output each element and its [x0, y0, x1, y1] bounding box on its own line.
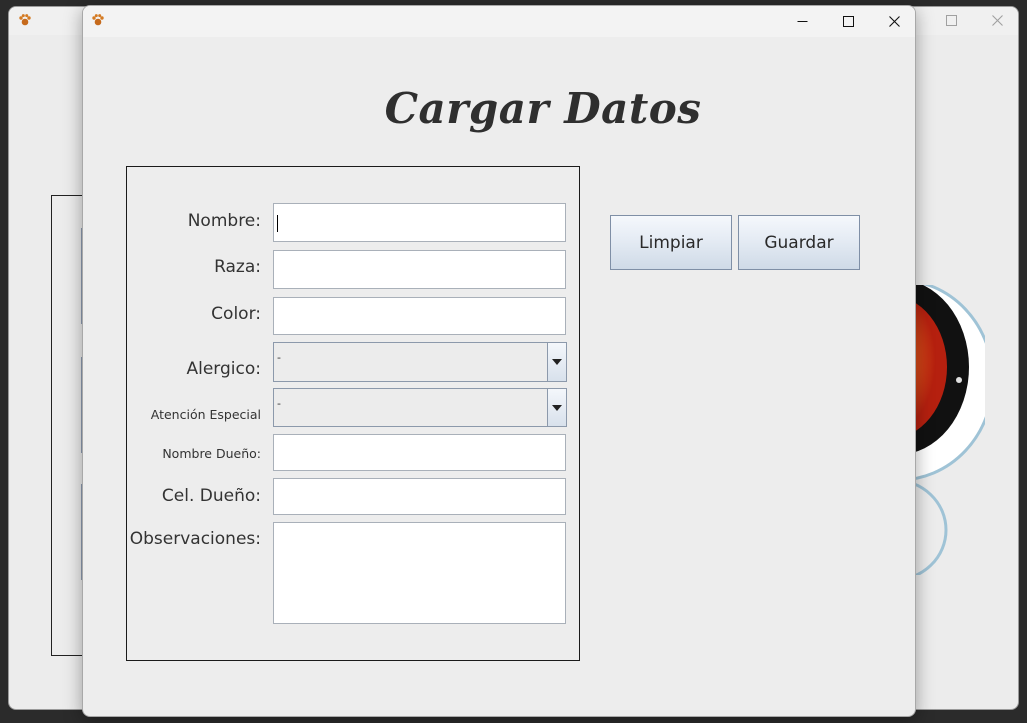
guardar-button[interactable]: Guardar [738, 215, 860, 270]
chevron-down-icon [552, 404, 562, 411]
alergico-dropdown-button[interactable] [547, 343, 566, 381]
color-input[interactable] [273, 297, 566, 335]
nombre-dueno-label: Nombre Dueño: [162, 446, 261, 461]
close-button[interactable] [871, 6, 915, 37]
maximize-button[interactable] [825, 6, 871, 37]
atencion-especial-label: Atención Especial [150, 407, 261, 422]
atencion-especial-dropdown-button[interactable] [547, 389, 566, 426]
minimize-icon [797, 21, 807, 22]
observaciones-label: Observaciones: [129, 529, 261, 549]
chevron-down-icon [552, 359, 562, 365]
nombre-dueno-input[interactable] [273, 434, 566, 471]
cel-dueno-label: Cel. Dueño: [161, 486, 261, 506]
dialog-titlebar [83, 6, 915, 37]
alergico-label: Alergico: [186, 359, 262, 379]
cel-dueno-input[interactable] [273, 478, 566, 515]
paw-icon [19, 14, 31, 26]
background-close-icon[interactable] [984, 10, 1010, 32]
observaciones-textarea[interactable] [273, 522, 566, 624]
paw-icon [92, 14, 104, 26]
raza-label: Raza: [214, 257, 261, 277]
atencion-especial-select[interactable]: - [273, 388, 567, 427]
raza-input[interactable] [273, 250, 566, 289]
atencion-especial-selected-value: - [277, 397, 281, 410]
nombre-label: Nombre: [187, 211, 261, 231]
background-maximize-icon[interactable] [938, 10, 964, 32]
cargar-datos-dialog: Cargar Datos Nombre: Raza: Color: Alergi… [82, 5, 916, 717]
close-icon [888, 16, 900, 27]
maximize-icon [842, 16, 854, 27]
nombre-input[interactable] [273, 203, 566, 242]
minimize-button[interactable] [779, 6, 825, 37]
alergico-select[interactable]: - [273, 342, 567, 382]
text-cursor [277, 215, 278, 232]
color-label: Color: [211, 304, 261, 324]
page-title: Cargar Datos [384, 84, 702, 133]
pet-form-panel: Nombre: Raza: Color: Alergico: - Atenció… [126, 166, 580, 661]
limpiar-button[interactable]: Limpiar [610, 215, 732, 270]
alergico-selected-value: - [277, 351, 281, 364]
